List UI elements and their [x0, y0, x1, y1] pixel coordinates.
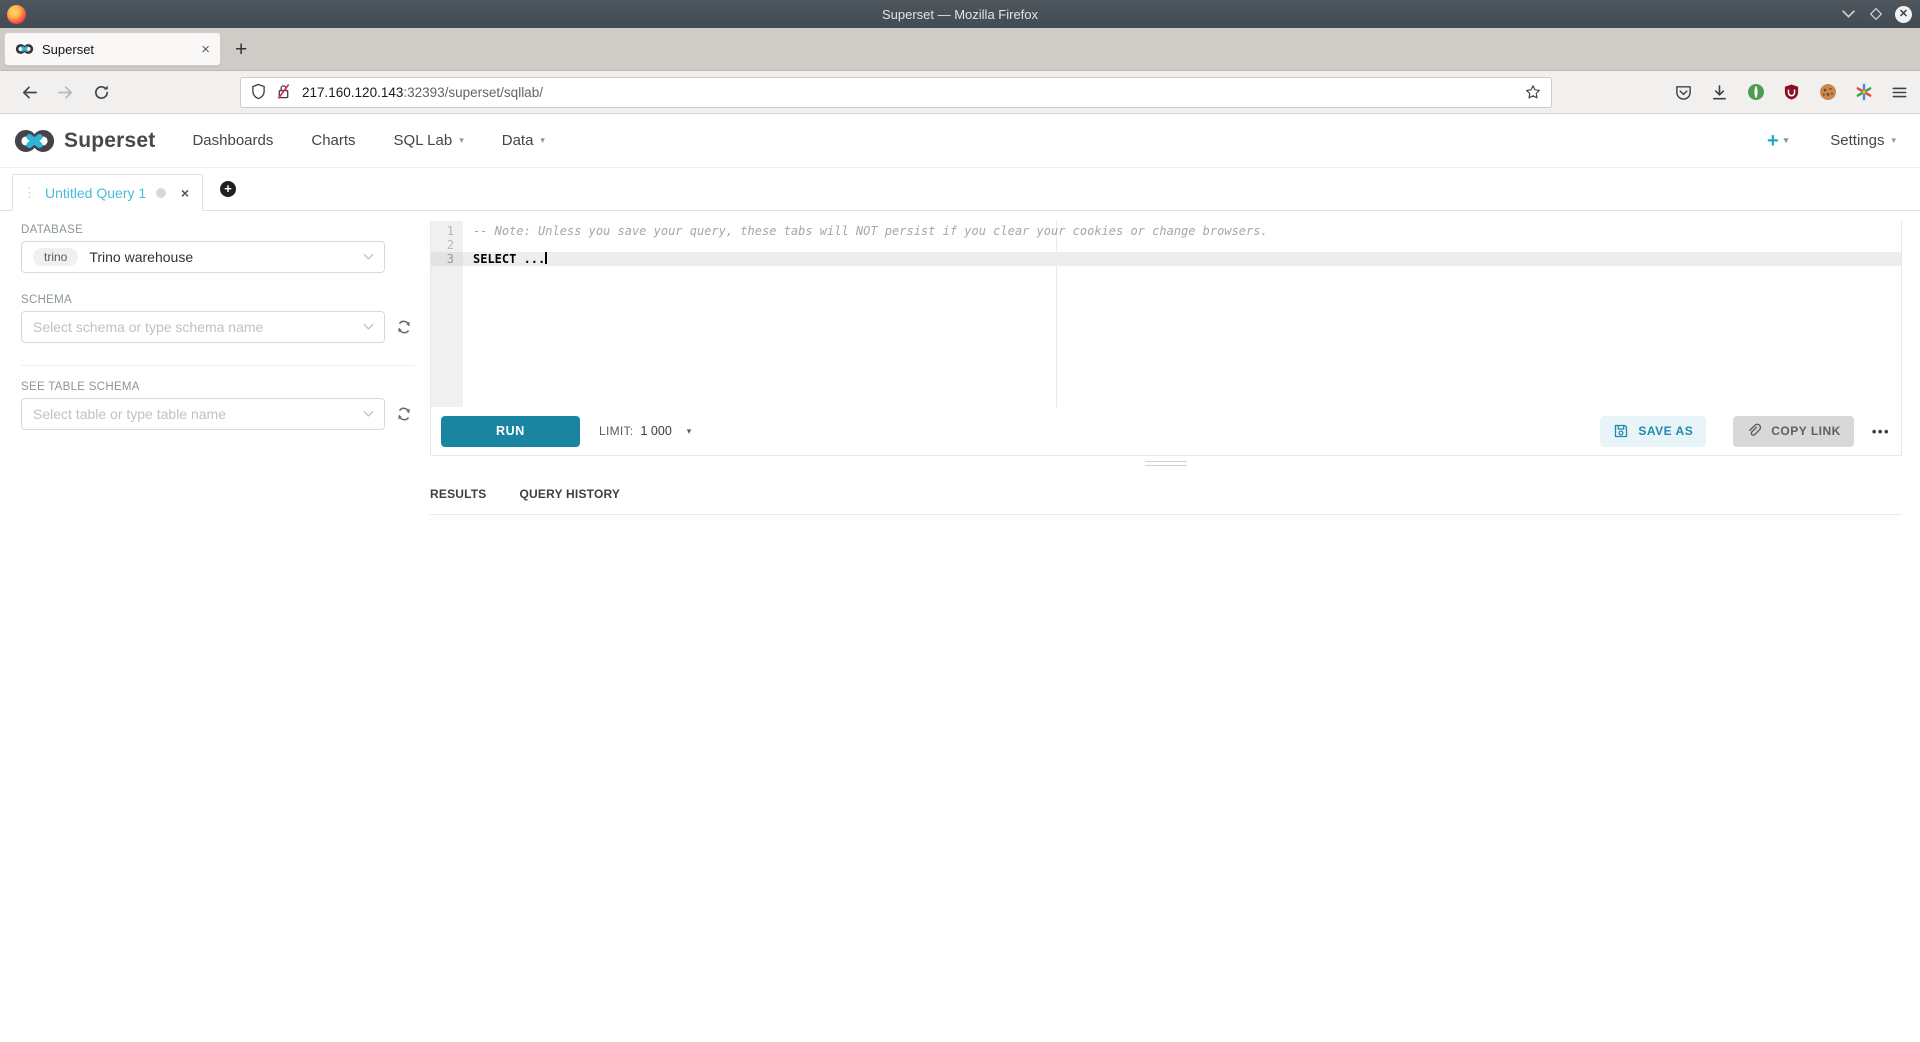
superset-logo[interactable]: Superset	[13, 128, 155, 154]
caret-down-icon: ▾	[459, 135, 464, 146]
nav-item-data[interactable]: Data▾	[483, 132, 564, 149]
refresh-schemas-icon[interactable]	[394, 317, 414, 337]
url-bar[interactable]: 217.160.120.143:32393/superset/sqllab/	[240, 77, 1552, 108]
browser-tab-superset[interactable]: Superset ×	[4, 32, 221, 66]
window-title: Superset — Mozilla Firefox	[0, 7, 1920, 22]
window-close-button[interactable]: ✕	[1895, 6, 1912, 23]
schema-label: SCHEMA	[21, 294, 430, 306]
editor-line: 2	[431, 238, 1901, 252]
sqllab-sidebar: DATABASE trino Trino warehouse SCHEMA	[0, 211, 430, 1042]
limit-dropdown[interactable]: LIMIT: 1 000 ▾	[599, 424, 691, 438]
sql-statement: SELECT ...	[463, 252, 545, 266]
forward-button[interactable]	[50, 77, 80, 107]
caret-down-icon: ▾	[687, 426, 692, 437]
editor-toolbar: RUN LIMIT: 1 000 ▾ SAVE AS COPY LINK •••	[431, 407, 1901, 455]
new-tab-button[interactable]: +	[235, 39, 247, 60]
query-status-dot	[156, 188, 166, 198]
insecure-lock-icon[interactable]	[276, 83, 291, 101]
save-icon	[1613, 423, 1629, 439]
table-select[interactable]	[21, 398, 385, 430]
chevron-down-icon	[363, 248, 374, 266]
database-value: Trino warehouse	[89, 249, 193, 265]
browser-tab-close-icon[interactable]: ×	[201, 42, 210, 57]
nav-item-charts[interactable]: Charts	[292, 132, 374, 149]
pocket-icon[interactable]	[1672, 81, 1695, 104]
browser-tab-title: Superset	[42, 42, 94, 57]
caret-down-icon: ▾	[1891, 135, 1896, 146]
url-host: 217.160.120.143	[302, 85, 403, 100]
chevron-down-icon	[363, 318, 374, 336]
tracking-shield-icon[interactable]	[251, 83, 266, 101]
sidebar-divider	[21, 365, 415, 366]
superset-navbar: Superset Dashboards Charts SQL Lab▾ Data…	[0, 114, 1920, 168]
south-pane-tabs: RESULTS QUERY HISTORY	[430, 487, 1902, 501]
pane-splitter[interactable]	[430, 461, 1902, 478]
table-schema-label: SEE TABLE SCHEMA	[21, 381, 430, 393]
caret-down-icon: ▾	[1784, 136, 1789, 145]
splitter-drag-handle-icon[interactable]	[1145, 461, 1187, 466]
database-engine-tag: trino	[33, 248, 78, 266]
caret-down-icon: ▾	[540, 135, 545, 146]
settings-menu[interactable]: Settings▾	[1830, 132, 1896, 149]
editor-active-line: 3 SELECT ...	[431, 252, 1901, 266]
downloads-icon[interactable]	[1708, 81, 1731, 104]
bookmark-star-icon[interactable]	[1525, 83, 1541, 101]
ublock-icon[interactable]	[1780, 81, 1803, 104]
south-pane-divider	[430, 514, 1902, 515]
privacy-badger-icon[interactable]	[1744, 81, 1767, 104]
editor-line: 1 -- Note: Unless you save your query, t…	[431, 224, 1901, 238]
query-tab-bar: ⋮ Untitled Query 1 × +	[0, 168, 1920, 211]
back-button[interactable]	[14, 77, 44, 107]
tab-query-history[interactable]: QUERY HISTORY	[520, 487, 621, 501]
chevron-down-icon	[363, 405, 374, 423]
refresh-tables-icon[interactable]	[394, 404, 414, 424]
database-select[interactable]: trino Trino warehouse	[21, 241, 385, 273]
window-titlebar: Superset — Mozilla Firefox ✕	[0, 0, 1920, 28]
brand-name: Superset	[64, 129, 155, 153]
multicolor-asterisk-icon[interactable]	[1852, 81, 1875, 104]
nav-item-sql-lab[interactable]: SQL Lab▾	[375, 132, 483, 149]
query-tab-close-icon[interactable]: ×	[181, 186, 189, 200]
table-select-input[interactable]	[33, 406, 358, 422]
save-as-button[interactable]: SAVE AS	[1600, 416, 1706, 447]
schema-select-input[interactable]	[33, 319, 358, 335]
url-path: :32393/superset/sqllab/	[403, 85, 543, 100]
sql-comment: -- Note: Unless you save your query, the…	[463, 224, 1268, 238]
text-cursor	[545, 252, 547, 264]
cookie-icon[interactable]	[1816, 81, 1839, 104]
link-icon	[1746, 423, 1762, 439]
schema-select[interactable]	[21, 311, 385, 343]
new-item-menu[interactable]: +▾	[1767, 131, 1788, 151]
tab-results[interactable]: RESULTS	[430, 487, 487, 501]
menu-icon[interactable]	[1888, 81, 1911, 104]
browser-tabstrip: Superset × +	[0, 28, 1920, 71]
limit-value: 1 000	[640, 424, 671, 438]
window-minimize-button[interactable]	[1839, 5, 1857, 23]
browser-url-toolbar: 217.160.120.143:32393/superset/sqllab/	[0, 71, 1920, 114]
more-actions-button[interactable]: •••	[1872, 424, 1890, 439]
superset-infinity-icon	[13, 128, 56, 154]
copy-link-button[interactable]: COPY LINK	[1733, 416, 1854, 447]
plus-icon: +	[1767, 131, 1779, 151]
add-query-tab-button[interactable]: +	[220, 181, 236, 197]
query-tab-untitled-query-1[interactable]: ⋮ Untitled Query 1 ×	[12, 174, 203, 211]
sql-editor[interactable]: 1 -- Note: Unless you save your query, t…	[431, 221, 1901, 407]
window-maximize-button[interactable]	[1867, 5, 1885, 23]
superset-favicon	[15, 43, 34, 55]
run-button[interactable]: RUN	[441, 416, 580, 447]
database-label: DATABASE	[21, 224, 430, 236]
query-pane: 1 -- Note: Unless you save your query, t…	[430, 221, 1902, 456]
nav-item-dashboards[interactable]: Dashboards	[173, 132, 292, 149]
reload-button[interactable]	[86, 77, 116, 107]
query-tab-label: Untitled Query 1	[45, 185, 146, 201]
drag-handle-icon[interactable]: ⋮	[23, 185, 35, 201]
